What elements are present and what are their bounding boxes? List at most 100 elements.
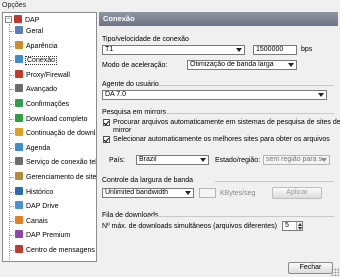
mirror-search-label: Pesquisa em mirrors	[102, 109, 167, 116]
confirmations-icon	[15, 99, 23, 107]
resize-grip-icon[interactable]	[331, 268, 339, 276]
tree-branch-line	[10, 147, 14, 149]
kbytes-input[interactable]	[199, 188, 216, 198]
pane-title: Conexão	[99, 12, 338, 26]
sidebar-item-8[interactable]: Agenda	[15, 142, 50, 154]
country-label: País:	[109, 157, 125, 164]
sidebar-item-label: Histórico	[26, 188, 54, 196]
options-window: Opções − DAP Geral Aparência Conexão Proxy/…	[0, 0, 340, 277]
bandwidth-control-label: Controle da largura de banda	[102, 177, 194, 184]
tree-branch-line	[10, 177, 14, 178]
tree-branch-line	[10, 162, 14, 164]
resume-icon	[15, 128, 23, 137]
advanced-icon	[15, 84, 23, 93]
close-button[interactable]: Fechar	[288, 262, 333, 274]
tree-branch-line	[10, 31, 14, 32]
sidebar-item-label: DAP Premium	[26, 232, 71, 240]
schedule-icon	[15, 142, 23, 151]
sidebar-item-label: Aparência	[26, 42, 58, 50]
sidebar-item-label: DAP Drive	[26, 203, 59, 211]
apply-button[interactable]: Aplicar	[272, 187, 322, 199]
tree-branch-line	[10, 60, 14, 62]
sidebar-item-11[interactable]: Histórico	[15, 186, 54, 198]
tree-branch-line	[10, 206, 14, 208]
settings-pane: Conexão Tipo/velocidade de conexão T1 15…	[99, 12, 340, 262]
chevron-down-icon	[236, 48, 242, 52]
bps-input[interactable]: 1500000	[253, 45, 297, 55]
sidebar-item-7[interactable]: Continuação de downl	[15, 128, 95, 139]
sites-icon	[15, 172, 23, 180]
tree-branch-line	[10, 220, 14, 222]
sidebar-item-9[interactable]: Serviço de conexão tel	[15, 157, 97, 168]
sidebar-item-2[interactable]: Conexão	[15, 55, 58, 66]
sidebar-item-15[interactable]: Centro de mensagens	[15, 245, 95, 256]
appearance-icon	[15, 40, 23, 49]
acceleration-mode-label: Modo de aceleração:	[102, 62, 168, 69]
country-select[interactable]: Brazil	[136, 155, 209, 165]
max-downloads-label: Nº máx. de downloads simultâneos (arquiv…	[102, 223, 277, 230]
sidebar-item-4[interactable]: Avançado	[15, 84, 57, 95]
region-label: Estado/região:	[215, 157, 261, 164]
sidebar-item-0[interactable]: Geral	[15, 26, 43, 37]
sidebar-item-3[interactable]: Proxy/Firewall	[15, 69, 70, 81]
sidebar-item-5[interactable]: Confirmações	[15, 99, 69, 110]
user-agent-select[interactable]: DA 7.0	[102, 90, 327, 100]
acceleration-mode-select[interactable]: Otimização de banda larga	[187, 60, 297, 70]
tree-branch-line	[10, 118, 14, 120]
chevron-down-icon	[200, 158, 206, 162]
auto-select-best-sites-label: Selecionar automaticamente os melhores s…	[113, 136, 330, 143]
chevron-down-icon	[185, 191, 191, 195]
sidebar-item-10[interactable]: Gerenciamento de sites	[15, 172, 97, 183]
sidebar-item-label: Geral	[26, 28, 44, 35]
tree-root-dap[interactable]: DAP	[14, 15, 39, 26]
spinner-arrows-icon[interactable]	[296, 222, 302, 230]
tree-branch-line	[10, 191, 14, 193]
region-select[interactable]: sem região para s	[263, 155, 330, 165]
history-icon	[15, 186, 23, 195]
chevron-down-icon	[318, 93, 324, 97]
auto-mirror-search-label-1: Procurar arquivos automaticamente em sis…	[113, 119, 340, 126]
tree-branch-line	[10, 235, 14, 237]
sidebar-item-12[interactable]: DAP Drive	[15, 201, 59, 212]
collapse-icon[interactable]: −	[5, 16, 12, 23]
section-divider	[149, 216, 334, 217]
bps-unit-label: bps	[301, 46, 313, 53]
sidebar-item-13[interactable]: Canais	[15, 215, 48, 227]
user-agent-label: Agente do usuário	[102, 81, 159, 88]
sidebar-item-14[interactable]: DAP Premium	[15, 230, 70, 241]
sidebar-item-label: Avançado	[26, 86, 58, 94]
download-complete-icon	[15, 113, 23, 122]
window-title: Opções	[0, 0, 340, 11]
tree-branch-line	[10, 104, 14, 105]
tree-branch-line	[10, 250, 14, 251]
dialup-icon	[15, 157, 23, 166]
tree-branch-line	[10, 74, 14, 76]
sidebar-item-label: Gerenciamento de sites	[26, 174, 97, 181]
auto-select-best-sites-checkbox[interactable]	[103, 136, 110, 143]
sidebar-item-1[interactable]: Aparência	[15, 40, 58, 52]
kbytes-unit-label: KBytes/seg	[220, 190, 256, 197]
sidebar-item-label: Proxy/Firewall	[26, 71, 70, 79]
dap-drive-icon	[15, 201, 23, 210]
auto-mirror-search-checkbox[interactable]	[103, 119, 110, 126]
max-downloads-spinner[interactable]: 5	[282, 221, 303, 231]
section-divider	[215, 181, 334, 182]
sidebar-item-label: Confirmações	[26, 101, 70, 108]
sidebar-item-label: Centro de mensagens	[26, 247, 95, 254]
sidebar-item-label: Download completo	[26, 115, 88, 123]
sidebar-item-6[interactable]: Download completo	[15, 113, 88, 125]
sidebar-item-label: Continuação de downl	[26, 130, 96, 138]
sidebar-item-label: Canais	[26, 217, 48, 225]
section-divider	[159, 85, 334, 86]
connection-type-select[interactable]: T1	[102, 45, 245, 55]
bandwidth-select[interactable]: Unlimited bandwidth	[102, 188, 194, 198]
section-divider	[165, 113, 334, 114]
sidebar-item-label: Serviço de conexão tel	[26, 159, 97, 167]
dap-app-icon	[14, 15, 22, 23]
connection-icon	[15, 55, 23, 64]
general-icon	[15, 26, 23, 34]
chevron-down-icon	[288, 63, 294, 67]
message-center-icon	[15, 245, 23, 253]
firewall-icon	[15, 69, 23, 78]
options-tree[interactable]: − DAP Geral Aparência Conexão Proxy/Firewal…	[2, 12, 97, 262]
